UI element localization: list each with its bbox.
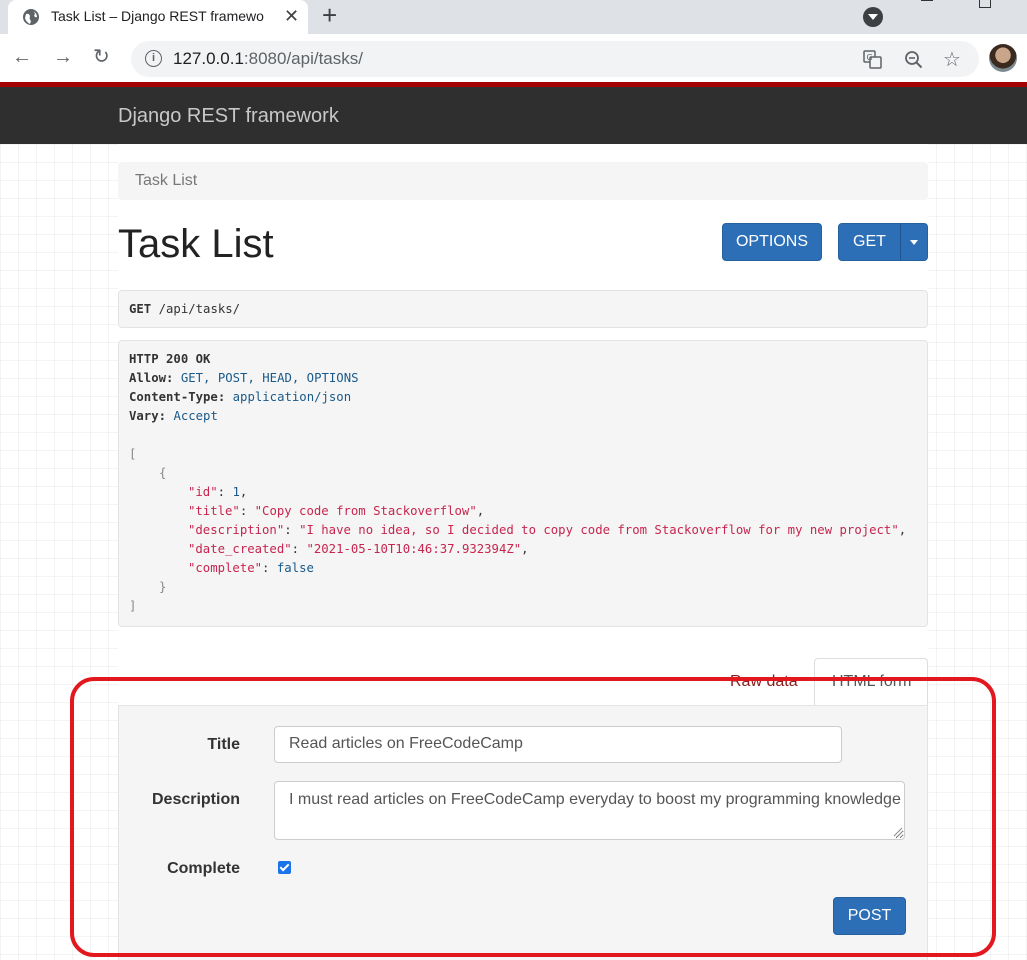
json-id-line: "id": 1, bbox=[188, 485, 248, 499]
translate-icon[interactable]: G bbox=[863, 50, 882, 69]
navbar: Django REST framework bbox=[0, 87, 1027, 144]
request-path: /api/tasks/ bbox=[158, 302, 241, 316]
response-status: HTTP 200 OK bbox=[129, 352, 211, 366]
response-info: HTTP 200 OK Allow: GET, POST, HEAD, OPTI… bbox=[118, 340, 928, 627]
breadcrumb: Task List bbox=[118, 162, 928, 200]
browser-toolbar: ← → ↻ i 127.0.0.1:8080/api/tasks/ G ☆ bbox=[0, 34, 1027, 82]
tab-search-icon[interactable] bbox=[863, 7, 883, 27]
get-format-dropdown[interactable] bbox=[900, 223, 928, 261]
request-method: GET bbox=[129, 302, 152, 316]
star-icon[interactable]: ☆ bbox=[943, 47, 961, 72]
json-open-brace: { bbox=[159, 466, 167, 480]
url-text[interactable]: 127.0.0.1:8080/api/tasks/ bbox=[173, 49, 363, 69]
options-button[interactable]: OPTIONS bbox=[722, 223, 822, 261]
get-button[interactable]: GET bbox=[838, 223, 901, 261]
info-icon[interactable]: i bbox=[145, 50, 162, 67]
json-open-bracket: [ bbox=[129, 447, 137, 461]
browser-tabstrip: Task List – Django REST framewo ✕ + bbox=[0, 0, 1027, 34]
json-close-bracket: ] bbox=[129, 599, 137, 613]
browser-tab[interactable]: Task List – Django REST framewo ✕ bbox=[8, 0, 308, 34]
json-date-line: "date_created": "2021-05-10T10:46:37.932… bbox=[188, 542, 529, 556]
breadcrumb-item[interactable]: Task List bbox=[135, 172, 197, 190]
json-description-line: "description": "I have no idea, so I dec… bbox=[188, 523, 907, 537]
back-arrow-icon[interactable]: ← bbox=[12, 46, 32, 68]
json-complete-line: "complete": false bbox=[188, 561, 314, 575]
new-tab-icon[interactable]: + bbox=[322, 2, 337, 28]
page-title: Task List bbox=[118, 222, 274, 266]
reload-icon[interactable]: ↻ bbox=[93, 46, 110, 68]
response-header-vary: Vary: Accept bbox=[129, 409, 218, 423]
brand-link[interactable]: Django REST framework bbox=[118, 105, 339, 128]
request-info: GET /api/tasks/ bbox=[118, 290, 928, 328]
zoom-out-icon[interactable] bbox=[904, 50, 923, 69]
globe-icon bbox=[23, 9, 39, 25]
address-bar[interactable]: i 127.0.0.1:8080/api/tasks/ G ☆ bbox=[131, 41, 979, 77]
minimize-icon[interactable] bbox=[921, 0, 933, 1]
highlight-annotation-box bbox=[70, 677, 996, 957]
forward-arrow-icon[interactable]: → bbox=[53, 46, 73, 68]
tab-title: Task List – Django REST framewo bbox=[51, 8, 264, 24]
maximize-icon[interactable] bbox=[979, 0, 991, 8]
close-icon[interactable]: ✕ bbox=[284, 6, 299, 26]
svg-text:G: G bbox=[867, 53, 873, 62]
avatar[interactable] bbox=[989, 44, 1017, 72]
response-header-allow: Allow: GET, POST, HEAD, OPTIONS bbox=[129, 371, 359, 385]
json-title-line: "title": "Copy code from Stackoverflow", bbox=[188, 504, 485, 518]
json-close-brace: } bbox=[159, 580, 167, 594]
response-header-content-type: Content-Type: application/json bbox=[129, 390, 352, 404]
